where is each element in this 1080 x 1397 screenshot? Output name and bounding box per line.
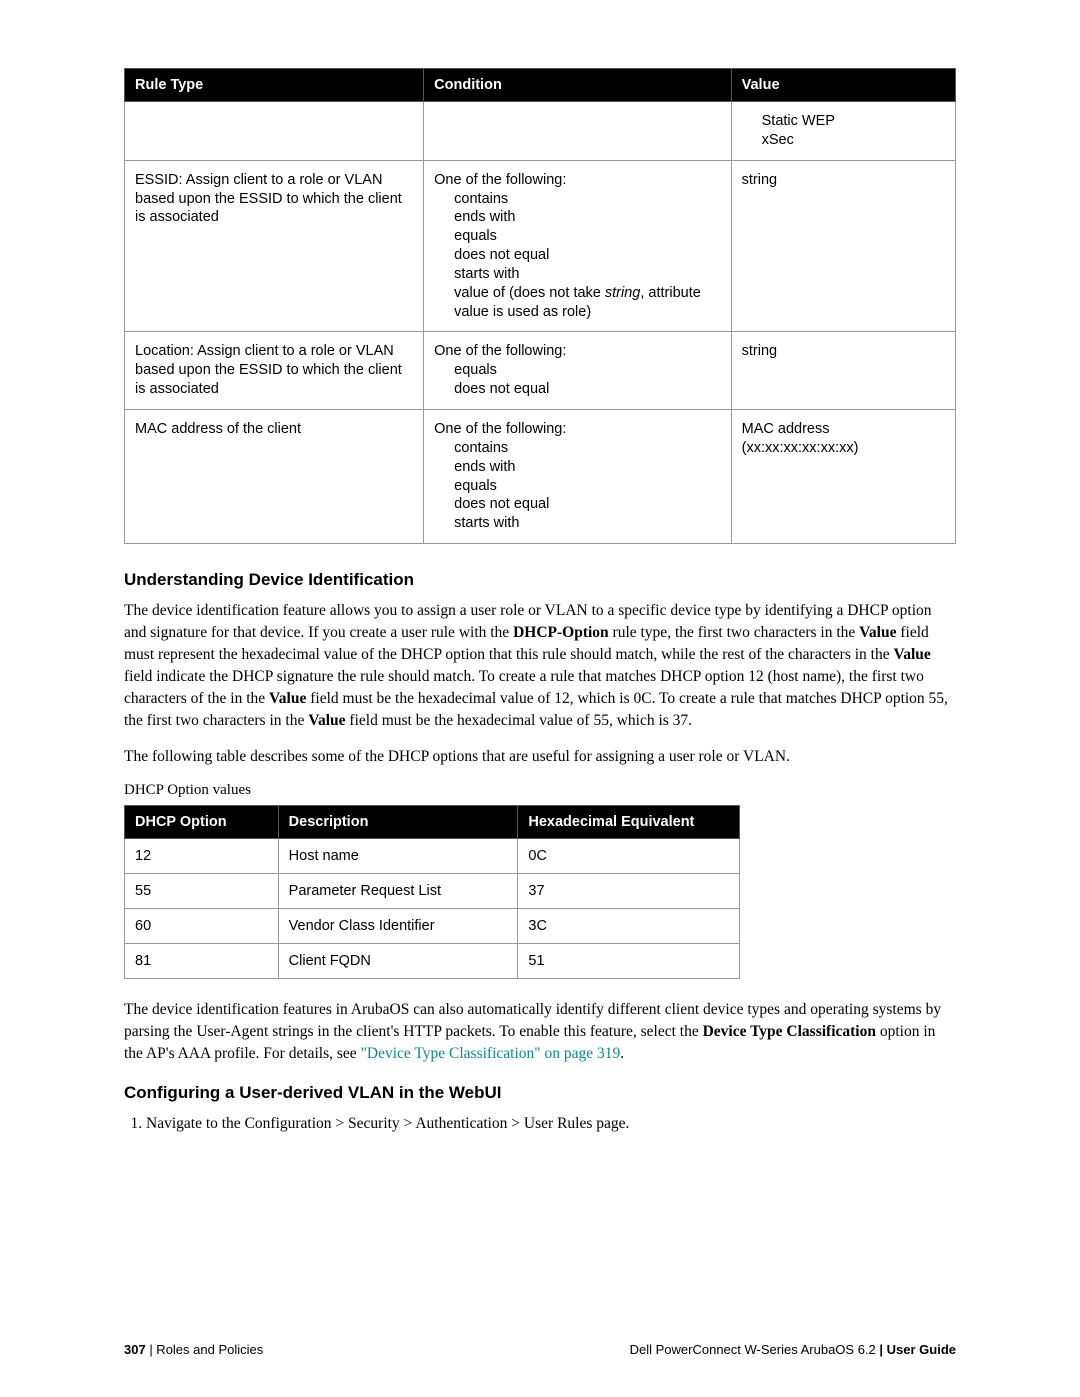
rules-th-ruletype: Rule Type xyxy=(125,69,424,102)
cell-rule: ESSID: Assign client to a role or VLAN b… xyxy=(125,160,424,332)
cell-hex: 3C xyxy=(518,909,739,944)
cond-item: does not equal xyxy=(454,381,549,397)
cell-desc: Vendor Class Identifier xyxy=(278,909,518,944)
cond-item: equals xyxy=(454,362,497,378)
paragraph: The device identification feature allows… xyxy=(124,600,956,732)
cell-value: string xyxy=(731,160,955,332)
cond-item: contains xyxy=(454,440,508,456)
cell-hex: 0C xyxy=(518,839,739,874)
list-item: Navigate to the Configuration > Security… xyxy=(146,1113,956,1135)
cond-item: starts with xyxy=(454,515,519,531)
dhcp-th-description: Description xyxy=(278,806,518,839)
cell-rule: MAC address of the client xyxy=(125,409,424,543)
cell-desc: Parameter Request List xyxy=(278,874,518,909)
cond-item: starts with xyxy=(454,266,519,282)
cond-item: does not equal xyxy=(454,247,549,263)
dhcp-th-hex: Hexadecimal Equivalent xyxy=(518,806,739,839)
footer-guide: | User Guide xyxy=(879,1342,956,1357)
cell-value: string xyxy=(731,332,955,410)
cell-opt: 81 xyxy=(125,944,279,979)
table-row: 55 Parameter Request List 37 xyxy=(125,874,740,909)
footer-product: Dell PowerConnect W-Series ArubaOS 6.2 xyxy=(630,1342,880,1357)
paragraph: The device identification features in Ar… xyxy=(124,999,956,1065)
link-device-type-classification[interactable]: "Device Type Classification" on page 319 xyxy=(361,1045,621,1062)
cond-item: contains xyxy=(454,191,508,207)
cond-item: ends with xyxy=(454,209,515,225)
cond-head: One of the following: xyxy=(434,172,566,188)
footer-section: | Roles and Policies xyxy=(146,1342,264,1357)
table-row: 81 Client FQDN 51 xyxy=(125,944,740,979)
heading-device-identification: Understanding Device Identification xyxy=(124,570,956,590)
dhcp-th-option: DHCP Option xyxy=(125,806,279,839)
cond-item-special: value of (does not take string, attribut… xyxy=(454,285,701,320)
cell-opt: 12 xyxy=(125,839,279,874)
table-row: ESSID: Assign client to a role or VLAN b… xyxy=(125,160,956,332)
table-caption: DHCP Option values xyxy=(124,782,956,799)
cond-item: equals xyxy=(454,478,497,494)
steps-list: Navigate to the Configuration > Security… xyxy=(124,1113,956,1135)
cell-rule: Location: Assign client to a role or VLA… xyxy=(125,332,424,410)
rules-th-condition: Condition xyxy=(424,69,731,102)
cond-item: does not equal xyxy=(454,496,549,512)
table-row: 60 Vendor Class Identifier 3C xyxy=(125,909,740,944)
table-row: Location: Assign client to a role or VLA… xyxy=(125,332,956,410)
cell-opt: 55 xyxy=(125,874,279,909)
cond-head: One of the following: xyxy=(434,343,566,359)
cond-item: equals xyxy=(454,228,497,244)
rules-th-value: Value xyxy=(731,69,955,102)
heading-configuring-vlan-webui: Configuring a User-derived VLAN in the W… xyxy=(124,1083,956,1103)
table-row: Static WEP xSec xyxy=(125,102,956,161)
page-footer: 307 | Roles and Policies Dell PowerConne… xyxy=(124,1342,956,1357)
paragraph: The following table describes some of th… xyxy=(124,746,956,768)
rules-table: Rule Type Condition Value Static WEP xSe… xyxy=(124,68,956,544)
cond-head: One of the following: xyxy=(434,421,566,437)
cell-value-line: xSec xyxy=(762,132,794,148)
cell-value-line: Static WEP xyxy=(762,113,835,129)
page-number: 307 xyxy=(124,1342,146,1357)
cell-hex: 37 xyxy=(518,874,739,909)
cond-item: ends with xyxy=(454,459,515,475)
cell-value: MAC address (xx:xx:xx:xx:xx:xx) xyxy=(731,409,955,543)
cell-hex: 51 xyxy=(518,944,739,979)
table-row: MAC address of the client One of the fol… xyxy=(125,409,956,543)
dhcp-options-table: DHCP Option Description Hexadecimal Equi… xyxy=(124,805,740,979)
cell-opt: 60 xyxy=(125,909,279,944)
cell-desc: Host name xyxy=(278,839,518,874)
cell-desc: Client FQDN xyxy=(278,944,518,979)
table-row: 12 Host name 0C xyxy=(125,839,740,874)
